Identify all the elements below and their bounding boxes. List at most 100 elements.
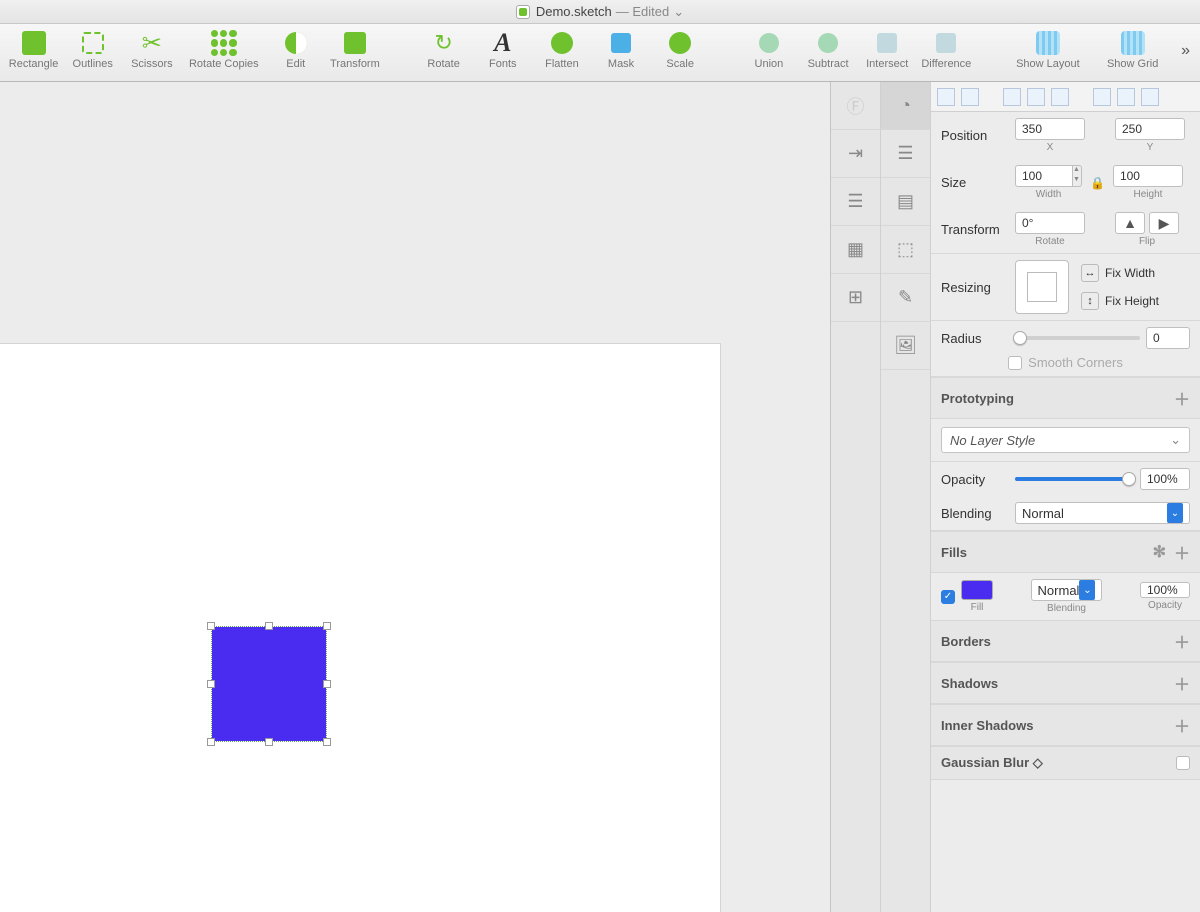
tool-scale[interactable]: Scale	[651, 28, 710, 70]
selection-handle[interactable]	[207, 680, 215, 688]
radius-field[interactable]: 0	[1146, 327, 1190, 349]
plus-icon[interactable]: ＋	[1174, 713, 1190, 737]
resizing-constraints[interactable]	[1015, 260, 1069, 314]
flip-sublabel: Flip	[1139, 236, 1155, 247]
tool-transform[interactable]: Transform	[325, 28, 384, 70]
selection-handle[interactable]	[207, 622, 215, 630]
selection-handle[interactable]	[265, 738, 273, 746]
section-borders[interactable]: Borders＋	[931, 620, 1200, 662]
position-x-field[interactable]: 350	[1015, 118, 1085, 140]
section-inner-shadows[interactable]: Inner Shadows＋	[931, 704, 1200, 746]
tool-label: Fonts	[489, 58, 517, 70]
tool-label: Difference	[921, 58, 971, 70]
fix-height-label: Fix Height	[1105, 294, 1159, 308]
tool-fonts[interactable]: AFonts	[473, 28, 532, 70]
distribute-v-icon[interactable]	[961, 88, 979, 106]
align-hcenter-icon[interactable]	[1027, 88, 1045, 106]
tool-rotate-copies[interactable]: Rotate Copies	[181, 28, 266, 70]
plus-icon[interactable]: ＋	[1174, 629, 1190, 653]
blur-enabled-checkbox[interactable]	[1176, 756, 1190, 770]
distribute-h-icon[interactable]	[937, 88, 955, 106]
section-gaussian-blur[interactable]: Gaussian Blur ◇	[931, 746, 1200, 780]
lock-icon[interactable]: 🔒	[1088, 176, 1107, 190]
tool-label: Rectangle	[9, 58, 59, 70]
blending-select[interactable]: Normal⌄	[1015, 502, 1190, 524]
tab-layout-icon[interactable]: ▤	[881, 178, 930, 226]
tool-difference[interactable]: Difference	[917, 28, 976, 70]
gear-icon[interactable]: ✻	[1153, 542, 1166, 562]
selected-rectangle[interactable]	[212, 627, 326, 741]
fill-enabled-checkbox[interactable]: ✓	[941, 590, 955, 604]
selection-handle[interactable]	[265, 622, 273, 630]
tab-grid-icon[interactable]: ▦	[831, 226, 880, 274]
panel-tabs-col-2: ◔ ☰ ▤ ⬚ ✎ 🖼	[881, 82, 931, 912]
align-bottom-icon[interactable]	[1141, 88, 1159, 106]
flip-horizontal-button[interactable]: ▲	[1115, 212, 1145, 234]
tool-subtract[interactable]: Subtract	[798, 28, 857, 70]
fix-height-icon[interactable]: ↕	[1081, 292, 1099, 310]
rotate-field[interactable]: 0°	[1015, 212, 1085, 234]
tool-label: Union	[755, 58, 784, 70]
tool-rotate[interactable]: ↻Rotate	[414, 28, 473, 70]
blending-label: Blending	[941, 506, 1009, 521]
fill-color-swatch[interactable]	[961, 580, 993, 600]
tab-image-icon[interactable]: 🖼	[881, 322, 930, 370]
align-left-icon[interactable]	[1003, 88, 1021, 106]
smooth-corners-checkbox[interactable]	[1008, 356, 1022, 370]
opacity-field[interactable]: 100%	[1140, 468, 1190, 490]
tool-label: Subtract	[808, 58, 849, 70]
fill-blending-select[interactable]: Normal⌄	[1031, 579, 1103, 601]
canvas[interactable]	[0, 82, 830, 912]
position-y-field[interactable]: 250	[1115, 118, 1185, 140]
fill-opacity-field[interactable]: 100%	[1140, 582, 1190, 598]
toolbar-overflow-icon[interactable]: »	[1175, 28, 1196, 60]
radius-slider[interactable]	[1015, 336, 1140, 340]
align-right-icon[interactable]	[1051, 88, 1069, 106]
plus-icon[interactable]: ＋	[1174, 671, 1190, 695]
tool-outlines[interactable]: Outlines	[63, 28, 122, 70]
align-vcenter-icon[interactable]	[1117, 88, 1135, 106]
plus-icon[interactable]: ＋	[1174, 540, 1190, 564]
tool-show-grid[interactable]: Show Grid	[1090, 28, 1175, 70]
tab-align-icon[interactable]: ☰	[881, 130, 930, 178]
tab-select-icon[interactable]: ⬚	[881, 226, 930, 274]
tool-label: Flatten	[545, 58, 579, 70]
height-field[interactable]: 100	[1113, 165, 1183, 187]
chevron-down-icon: ⌄	[1170, 432, 1181, 448]
tab-export-icon[interactable]: ⇥	[831, 130, 880, 178]
tab-table-icon[interactable]: ⊞	[831, 274, 880, 322]
align-top-icon[interactable]	[1093, 88, 1111, 106]
fix-width-icon[interactable]: ↔	[1081, 264, 1099, 282]
selection-handle[interactable]	[323, 680, 331, 688]
size-label: Size	[941, 175, 1009, 190]
tool-mask[interactable]: Mask	[591, 28, 650, 70]
width-stepper[interactable]: ▲▼	[1072, 165, 1082, 187]
tab-text-icon[interactable]: Ⓕ	[831, 82, 880, 130]
section-prototyping[interactable]: Prototyping＋	[931, 377, 1200, 419]
tool-label: Rotate Copies	[189, 58, 259, 70]
tool-flatten[interactable]: Flatten	[532, 28, 591, 70]
tab-list-icon[interactable]: ☰	[831, 178, 880, 226]
width-field[interactable]: 100	[1015, 165, 1073, 187]
layer-style-select[interactable]: No Layer Style⌄	[941, 427, 1190, 453]
selection-handle[interactable]	[323, 738, 331, 746]
chevron-down-icon[interactable]: ⌄	[673, 4, 684, 20]
plus-icon[interactable]: ＋	[1174, 386, 1190, 410]
y-sublabel: Y	[1147, 142, 1154, 153]
selection-handle[interactable]	[207, 738, 215, 746]
section-fills[interactable]: Fills✻＋	[931, 531, 1200, 573]
tab-inspector-icon[interactable]: ◔	[881, 82, 930, 130]
tool-edit[interactable]: Edit	[266, 28, 325, 70]
tool-rectangle[interactable]: Rectangle	[4, 28, 63, 70]
artboard[interactable]	[0, 344, 720, 912]
section-shadows[interactable]: Shadows＋	[931, 662, 1200, 704]
selection-handle[interactable]	[323, 622, 331, 630]
flip-vertical-button[interactable]: ▶	[1149, 212, 1179, 234]
toolbar: Rectangle Outlines ✂Scissors Rotate Copi…	[0, 24, 1200, 82]
tab-vector-icon[interactable]: ✎	[881, 274, 930, 322]
opacity-slider[interactable]	[1015, 477, 1134, 481]
tool-scissors[interactable]: ✂Scissors	[122, 28, 181, 70]
tool-intersect[interactable]: Intersect	[858, 28, 917, 70]
tool-union[interactable]: Union	[739, 28, 798, 70]
tool-show-layout[interactable]: Show Layout	[1005, 28, 1090, 70]
